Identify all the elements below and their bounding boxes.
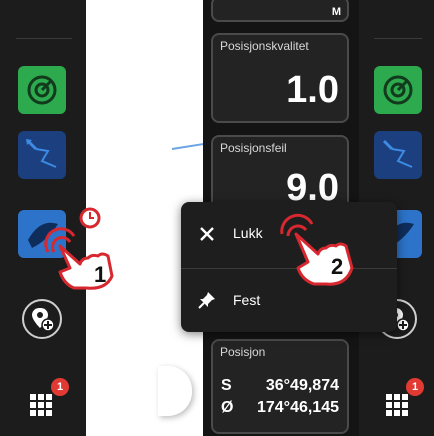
add-waypoint-button[interactable]	[22, 299, 62, 339]
radar-icon	[383, 75, 413, 105]
tile-label: Posisjonskvalitet	[220, 39, 309, 53]
unit-label: M	[331, 6, 341, 18]
longitude-value: 174°46,145	[256, 399, 339, 416]
radar-app-button[interactable]	[18, 66, 66, 114]
data-tile-position-quality[interactable]: Posisjonskvalitet 1.0	[211, 33, 349, 123]
route-app-button[interactable]	[18, 131, 66, 179]
long-press-hand-icon	[44, 207, 114, 290]
add-waypoint-icon	[32, 308, 55, 332]
data-tile-position[interactable]: Posisjon S 36°49,874 Ø 174°46,145	[211, 339, 349, 434]
tile-label: Posisjon	[220, 345, 266, 359]
tap-hand-icon	[280, 213, 354, 286]
tile-value: 1.0	[286, 69, 339, 111]
route-icon	[382, 139, 413, 168]
menu-item-label: Lukk	[233, 225, 263, 241]
menu-item-label: Fest	[233, 292, 261, 308]
apps-notification-badge: 1	[406, 378, 424, 396]
tile-label: Posisjonsfeil	[220, 141, 287, 155]
radar-app-button[interactable]	[374, 66, 422, 114]
rail-divider	[16, 38, 72, 39]
step-number: 1	[94, 262, 107, 287]
pin-icon	[198, 292, 215, 309]
apps-notification-badge: 1	[51, 378, 69, 396]
route-app-button[interactable]	[374, 131, 422, 179]
close-icon	[200, 227, 214, 241]
latitude-value: 36°49,874	[265, 377, 339, 394]
radar-icon	[27, 75, 57, 105]
longitude-hemisphere: Ø	[221, 399, 234, 416]
data-tile-top: M	[211, 0, 349, 22]
latitude-hemisphere: S	[221, 377, 232, 394]
rail-divider	[374, 38, 422, 39]
step-number: 2	[331, 254, 344, 279]
route-icon	[26, 139, 57, 168]
